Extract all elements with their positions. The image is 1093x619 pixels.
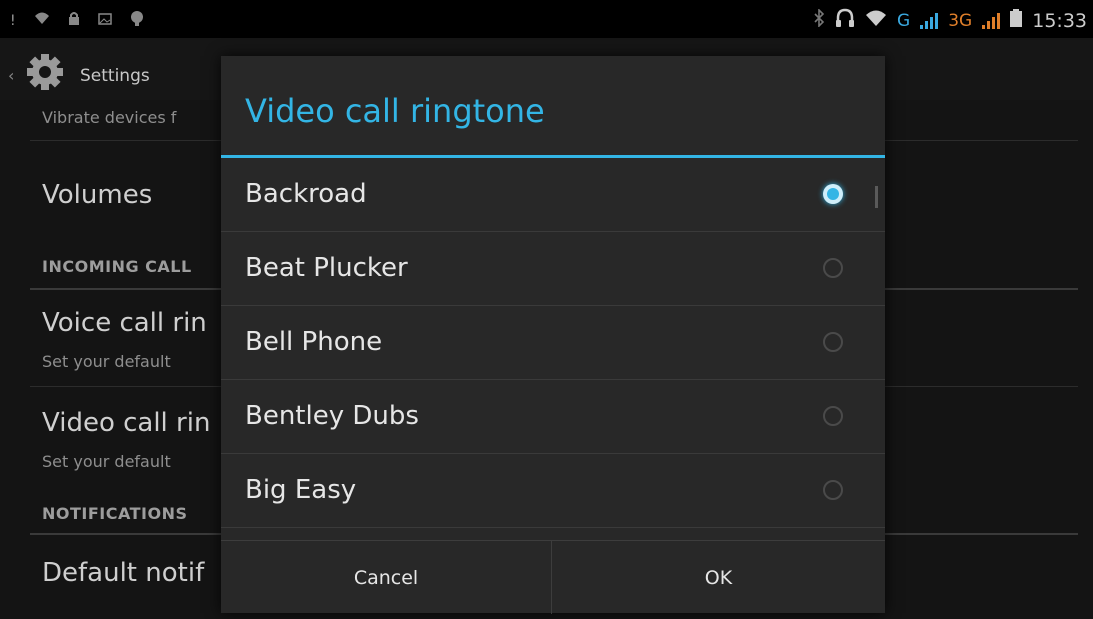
g-network-label: G xyxy=(897,10,911,31)
bluetooth-icon xyxy=(813,8,825,32)
video-call-ringtone-summary: Set your default xyxy=(42,452,171,471)
headphones-icon xyxy=(835,8,855,33)
radio-unselected-icon[interactable] xyxy=(823,406,843,426)
lock-icon xyxy=(68,11,80,30)
ringtone-dialog: Video call ringtone Backroad Beat Plucke… xyxy=(221,56,885,614)
option-label: Big Easy xyxy=(245,475,357,505)
clock-time: 15:33 xyxy=(1032,9,1087,32)
voice-call-ringtone-item[interactable]: Voice call rin xyxy=(42,308,207,338)
g-signal-bars-icon xyxy=(920,12,939,29)
volumes-item[interactable]: Volumes xyxy=(42,180,152,210)
option-label: Beat Plucker xyxy=(245,253,408,283)
alert-icon: ! xyxy=(10,12,16,29)
3g-network-label: 3G xyxy=(948,10,973,31)
voice-call-ringtone-summary: Set your default xyxy=(42,352,171,371)
dialog-button-bar: Cancel OK xyxy=(221,540,885,614)
default-notification-item[interactable]: Default notif xyxy=(42,558,204,588)
wifi-signal-icon xyxy=(865,9,887,32)
dialog-title: Video call ringtone xyxy=(245,92,545,130)
ok-button[interactable]: OK xyxy=(552,541,885,614)
option-label: Bentley Dubs xyxy=(245,401,419,431)
radio-unselected-icon[interactable] xyxy=(823,332,843,352)
ringtone-list[interactable]: Backroad Beat Plucker Bell Phone Bentley… xyxy=(221,158,885,528)
notification-icons: ! xyxy=(10,10,144,31)
settings-gear-icon[interactable] xyxy=(25,52,65,92)
battery-icon xyxy=(1010,9,1023,32)
system-icons: G 3G 15:33 xyxy=(813,8,1087,33)
ringtone-option-big-easy[interactable]: Big Easy xyxy=(221,454,885,528)
app-icon xyxy=(130,10,144,31)
page-title: Settings xyxy=(80,66,150,86)
incoming-calls-header: INCOMING CALL xyxy=(42,257,192,276)
vibrate-summary: Vibrate devices f xyxy=(42,108,177,127)
ringtone-option-beat-plucker[interactable]: Beat Plucker xyxy=(221,232,885,306)
image-icon xyxy=(97,12,112,30)
cancel-button[interactable]: Cancel xyxy=(221,541,552,614)
ringtone-option-bentley-dubs[interactable]: Bentley Dubs xyxy=(221,380,885,454)
notifications-header: NOTIFICATIONS xyxy=(42,504,188,523)
ringtone-option-backroad[interactable]: Backroad xyxy=(221,158,885,232)
radio-selected-icon[interactable] xyxy=(823,184,843,204)
radio-unselected-icon[interactable] xyxy=(823,480,843,500)
option-label: Backroad xyxy=(245,179,367,209)
option-label: Bell Phone xyxy=(245,327,383,357)
ringtone-option-bell-phone[interactable]: Bell Phone xyxy=(221,306,885,380)
status-bar: ! G 3G 15:33 xyxy=(0,0,1093,38)
wifi-icon xyxy=(34,11,50,30)
3g-signal-bars-icon xyxy=(982,12,1001,29)
radio-unselected-icon[interactable] xyxy=(823,258,843,278)
list-scrollbar[interactable] xyxy=(875,186,878,208)
back-chevron-icon[interactable]: ‹ xyxy=(8,66,14,85)
video-call-ringtone-item[interactable]: Video call rin xyxy=(42,408,210,438)
